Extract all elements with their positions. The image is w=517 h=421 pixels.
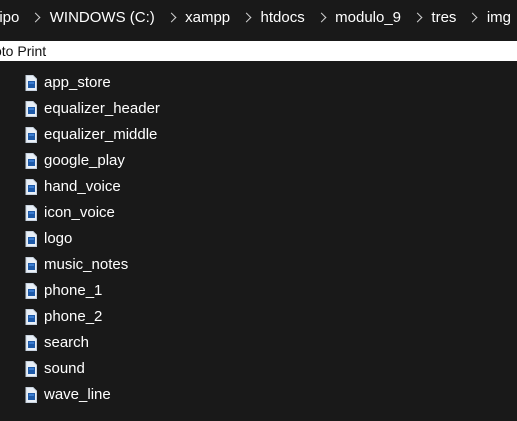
chevron-right-icon[interactable]	[317, 0, 323, 36]
list-item[interactable]: app_store	[0, 70, 517, 96]
breadcrumb-item-modulo-9[interactable]: modulo_9	[329, 0, 407, 36]
file-name: app_store	[44, 74, 111, 91]
breadcrumb-item-equipo[interactable]: uipo	[0, 0, 25, 36]
image-file-icon	[25, 153, 37, 169]
image-file-icon	[25, 75, 37, 91]
file-name: wave_line	[44, 386, 111, 403]
chevron-right-icon[interactable]	[468, 0, 474, 36]
file-name: equalizer_header	[44, 100, 160, 117]
chevron-right-icon[interactable]	[31, 0, 37, 36]
breadcrumb: uipo WINDOWS (C:) xampp htdocs modulo_9 …	[0, 0, 517, 36]
image-file-icon	[25, 127, 37, 143]
image-file-icon	[25, 205, 37, 221]
image-file-icon	[25, 361, 37, 377]
print-bar-label: oto Print	[0, 43, 47, 59]
file-list: app_store equalizer_header equalizer_middl…	[0, 70, 517, 408]
file-name: icon_voice	[44, 204, 115, 221]
list-item[interactable]: hand_voice	[0, 174, 517, 200]
breadcrumb-item-windows-drive[interactable]: WINDOWS (C:)	[44, 0, 161, 36]
list-item[interactable]: icon_voice	[0, 200, 517, 226]
image-file-icon	[25, 283, 37, 299]
breadcrumb-item-img[interactable]: img	[481, 0, 517, 36]
chevron-right-icon[interactable]	[167, 0, 173, 36]
list-item[interactable]: wave_line	[0, 382, 517, 408]
file-name: phone_2	[44, 308, 103, 325]
file-explorer-window: uipo WINDOWS (C:) xampp htdocs modulo_9 …	[0, 0, 517, 421]
file-name: logo	[44, 230, 73, 247]
breadcrumb-item-tres[interactable]: tres	[425, 0, 462, 36]
file-name: equalizer_middle	[44, 126, 158, 143]
file-name: google_play	[44, 152, 125, 169]
breadcrumb-item-xampp[interactable]: xampp	[179, 0, 236, 36]
file-name: search	[44, 334, 90, 351]
list-item[interactable]: phone_1	[0, 278, 517, 304]
list-item[interactable]: music_notes	[0, 252, 517, 278]
breadcrumb-item-htdocs[interactable]: htdocs	[255, 0, 311, 36]
image-file-icon	[25, 231, 37, 247]
list-item[interactable]: search	[0, 330, 517, 356]
file-name: hand_voice	[44, 178, 121, 195]
list-item[interactable]: equalizer_header	[0, 96, 517, 122]
image-file-icon	[25, 309, 37, 325]
image-file-icon	[25, 101, 37, 117]
file-name: phone_1	[44, 282, 103, 299]
file-name: music_notes	[44, 256, 129, 273]
list-item[interactable]: google_play	[0, 148, 517, 174]
list-item[interactable]: phone_2	[0, 304, 517, 330]
list-item[interactable]: equalizer_middle	[0, 122, 517, 148]
list-item[interactable]: sound	[0, 356, 517, 382]
image-file-icon	[25, 387, 37, 403]
file-name: sound	[44, 360, 85, 377]
chevron-right-icon[interactable]	[242, 0, 248, 36]
list-item[interactable]: logo	[0, 226, 517, 252]
image-file-icon	[25, 335, 37, 351]
image-file-icon	[25, 257, 37, 273]
chevron-right-icon[interactable]	[413, 0, 419, 36]
print-context-bar[interactable]: oto Print	[0, 41, 517, 61]
image-file-icon	[25, 179, 37, 195]
